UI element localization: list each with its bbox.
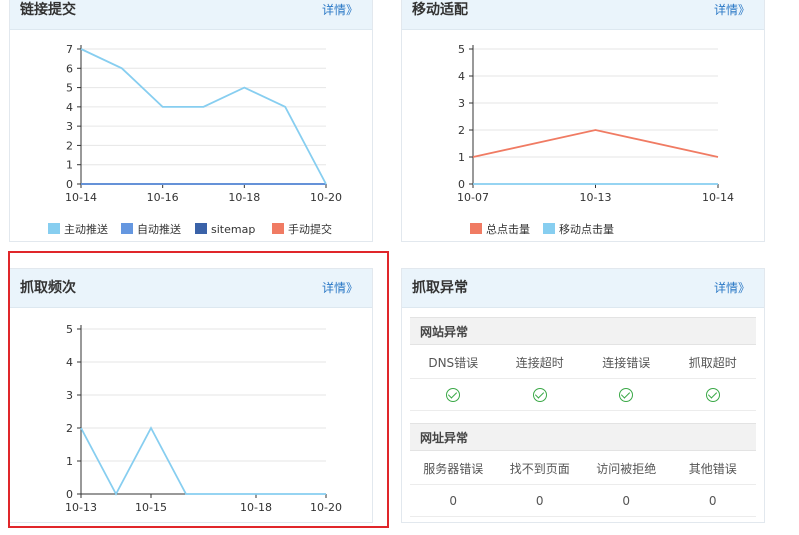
legend-label[interactable]: 移动点击量 [559, 223, 614, 236]
x-tick-label: 10-20 [310, 191, 342, 204]
y-tick-label: 7 [66, 43, 73, 56]
column-header: 抓取超时 [688, 356, 737, 370]
crawl-errors-panel: 抓取异常 详情》 网站异常 DNS错误 连接超时 连接错误 抓取超时 网址异常 … [401, 268, 765, 523]
crawl-frequency-chart: 0 1 2 3 4 5 10-13 10-15 10-18 10-20 [65, 323, 342, 514]
legend-swatch [272, 223, 284, 234]
link-submit-panel: 链接提交 详情》 0 1 2 3 4 5 6 7 10-14 10-16 10-18 10-20 主动推… [9, 0, 373, 242]
y-tick-label: 3 [458, 97, 465, 110]
site-errors-header-row: DNS错误 连接超时 连接错误 抓取超时 [410, 347, 756, 379]
legend-swatch [121, 223, 133, 234]
x-tick-label: 10-20 [310, 501, 342, 514]
y-tick-label: 4 [458, 70, 465, 83]
legend-swatch [543, 223, 555, 234]
y-tick-label: 1 [66, 455, 73, 468]
y-tick-label: 0 [458, 178, 465, 191]
x-tick-label: 10-13 [65, 501, 97, 514]
url-errors-value-row: 0 0 0 0 [410, 485, 756, 517]
y-tick-label: 4 [66, 101, 73, 114]
site-errors-title: 网站异常 [410, 317, 756, 345]
panel-header: 抓取异常 详情》 [402, 269, 764, 308]
check-circle-icon [705, 388, 720, 402]
crawl-frequency-panel: 抓取频次 详情》 0 1 2 3 4 5 10-13 10-15 10-18 10-20 [9, 268, 373, 523]
x-tick-label: 10-18 [228, 191, 260, 204]
error-count: 0 [708, 494, 717, 508]
legend-label[interactable]: 总点击量 [486, 222, 530, 236]
mobile-adapt-chart: 0 1 2 3 4 5 10-07 10-13 10-14 总点击量 移动点击量 [457, 43, 734, 236]
check-circle-icon [619, 388, 634, 402]
x-tick-label: 10-16 [147, 191, 179, 204]
error-count: 0 [449, 494, 458, 508]
y-tick-label: 0 [66, 488, 73, 501]
column-header: 访问被拒绝 [596, 462, 657, 476]
x-tick-label: 10-15 [135, 501, 167, 514]
series-line [80, 48, 327, 185]
x-tick-label: 10-13 [580, 191, 612, 204]
x-tick-label: 10-14 [65, 191, 97, 204]
link-submit-chart: 0 1 2 3 4 5 6 7 10-14 10-16 10-18 10-20 主动推送 自动推送 site… [48, 43, 342, 236]
y-tick-label: 6 [66, 62, 73, 75]
panel-title: 抓取异常 [412, 280, 468, 296]
y-tick-label: 5 [66, 82, 73, 95]
mobile-adapt-panel: 移动适配 详情》 0 1 2 3 4 5 10-07 10-13 10-14 总点击量 移动点击量 [401, 0, 765, 242]
url-errors-header-row: 服务器错误 找不到页面 访问被拒绝 其他错误 [410, 453, 756, 485]
legend-swatch [195, 223, 207, 234]
detail-link[interactable]: 详情》 [714, 280, 750, 296]
x-tick-label: 10-07 [457, 191, 489, 204]
y-tick-label: 1 [458, 151, 465, 164]
y-tick-label: 2 [66, 139, 73, 152]
y-tick-label: 1 [66, 159, 73, 172]
column-header: 连接超时 [515, 356, 564, 370]
legend-label[interactable]: sitemap [211, 223, 255, 236]
check-circle-icon [446, 388, 461, 402]
y-tick-label: 5 [66, 323, 73, 336]
check-circle-icon [532, 388, 547, 402]
legend-label[interactable]: 自动推送 [137, 222, 181, 236]
column-header: 其他错误 [688, 462, 737, 476]
column-header: 找不到页面 [509, 462, 570, 476]
site-errors-status-row [410, 379, 756, 411]
legend-label[interactable]: 主动推送 [64, 222, 108, 236]
error-count: 0 [535, 494, 544, 508]
legend-label[interactable]: 手动提交 [288, 222, 332, 236]
column-header: 连接错误 [602, 356, 651, 370]
legend-swatch [48, 223, 60, 234]
series-line [472, 129, 719, 158]
y-tick-label: 5 [458, 43, 465, 56]
y-tick-label: 0 [66, 178, 73, 191]
x-tick-label: 10-14 [702, 191, 734, 204]
y-tick-label: 3 [66, 120, 73, 133]
y-tick-label: 4 [66, 356, 73, 369]
url-errors-title: 网址异常 [410, 423, 756, 451]
column-header: 服务器错误 [423, 462, 484, 476]
legend-swatch [470, 223, 482, 234]
column-header: DNS错误 [428, 356, 479, 370]
y-tick-label: 2 [66, 422, 73, 435]
x-tick-label: 10-18 [240, 501, 272, 514]
y-tick-label: 3 [66, 389, 73, 402]
y-tick-label: 2 [458, 124, 465, 137]
error-count: 0 [622, 494, 631, 508]
